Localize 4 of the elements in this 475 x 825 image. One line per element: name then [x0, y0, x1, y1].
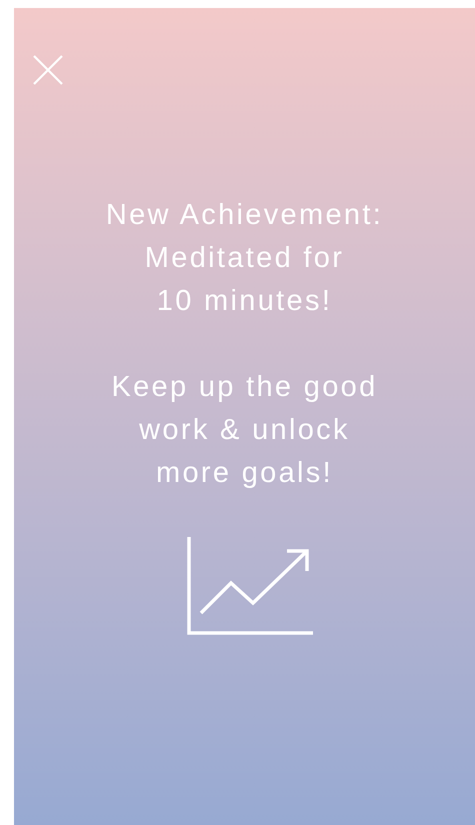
- achievement-title: New Achievement: Meditated for 10 minutes!: [106, 198, 384, 319]
- close-icon: [32, 54, 64, 86]
- encouragement-message: Keep up the good work & unlock more goals!: [111, 370, 378, 491]
- growth-chart-icon: [186, 537, 314, 637]
